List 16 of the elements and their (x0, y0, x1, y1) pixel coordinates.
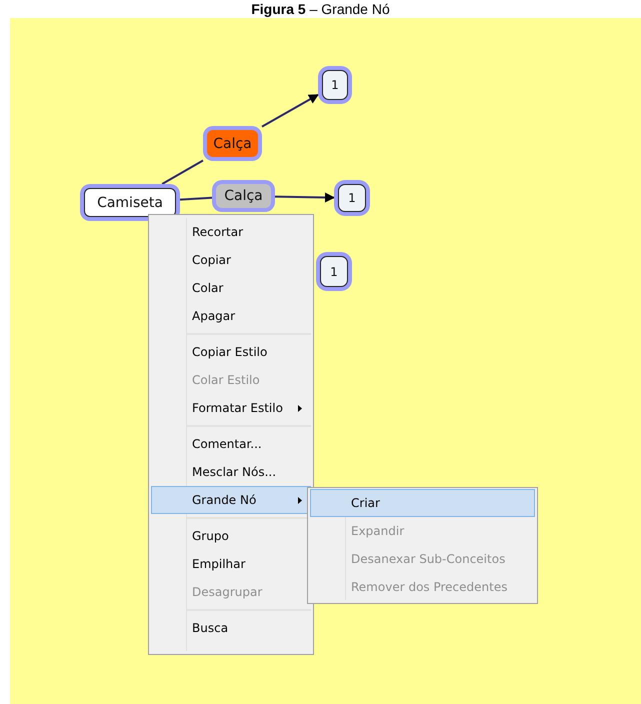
menu-item[interactable]: Grande Nó (151, 486, 311, 514)
menu-item[interactable]: Copiar Estilo (151, 338, 311, 366)
menu-item[interactable]: Recortar (151, 218, 311, 246)
menu-item[interactable]: Mesclar Nós... (151, 458, 311, 486)
menu-item[interactable]: Formatar Estilo (151, 394, 311, 422)
menu-item[interactable]: Copiar (151, 246, 311, 274)
figure-caption: Figura 5 – Grande Nó (251, 1, 390, 17)
linking-phrase[interactable]: Calça (207, 130, 258, 157)
menu-item[interactable]: Criar (310, 489, 535, 517)
menu-item[interactable]: Grupo (151, 522, 311, 550)
menu-item[interactable]: Colar (151, 274, 311, 302)
menu-item[interactable]: Apagar (151, 302, 311, 330)
menu-item[interactable]: Busca (151, 614, 311, 642)
menu-item[interactable]: Comentar... (151, 430, 311, 458)
linking-phrase[interactable]: Calça (216, 184, 271, 208)
menu-item[interactable]: Empilhar (151, 550, 311, 578)
